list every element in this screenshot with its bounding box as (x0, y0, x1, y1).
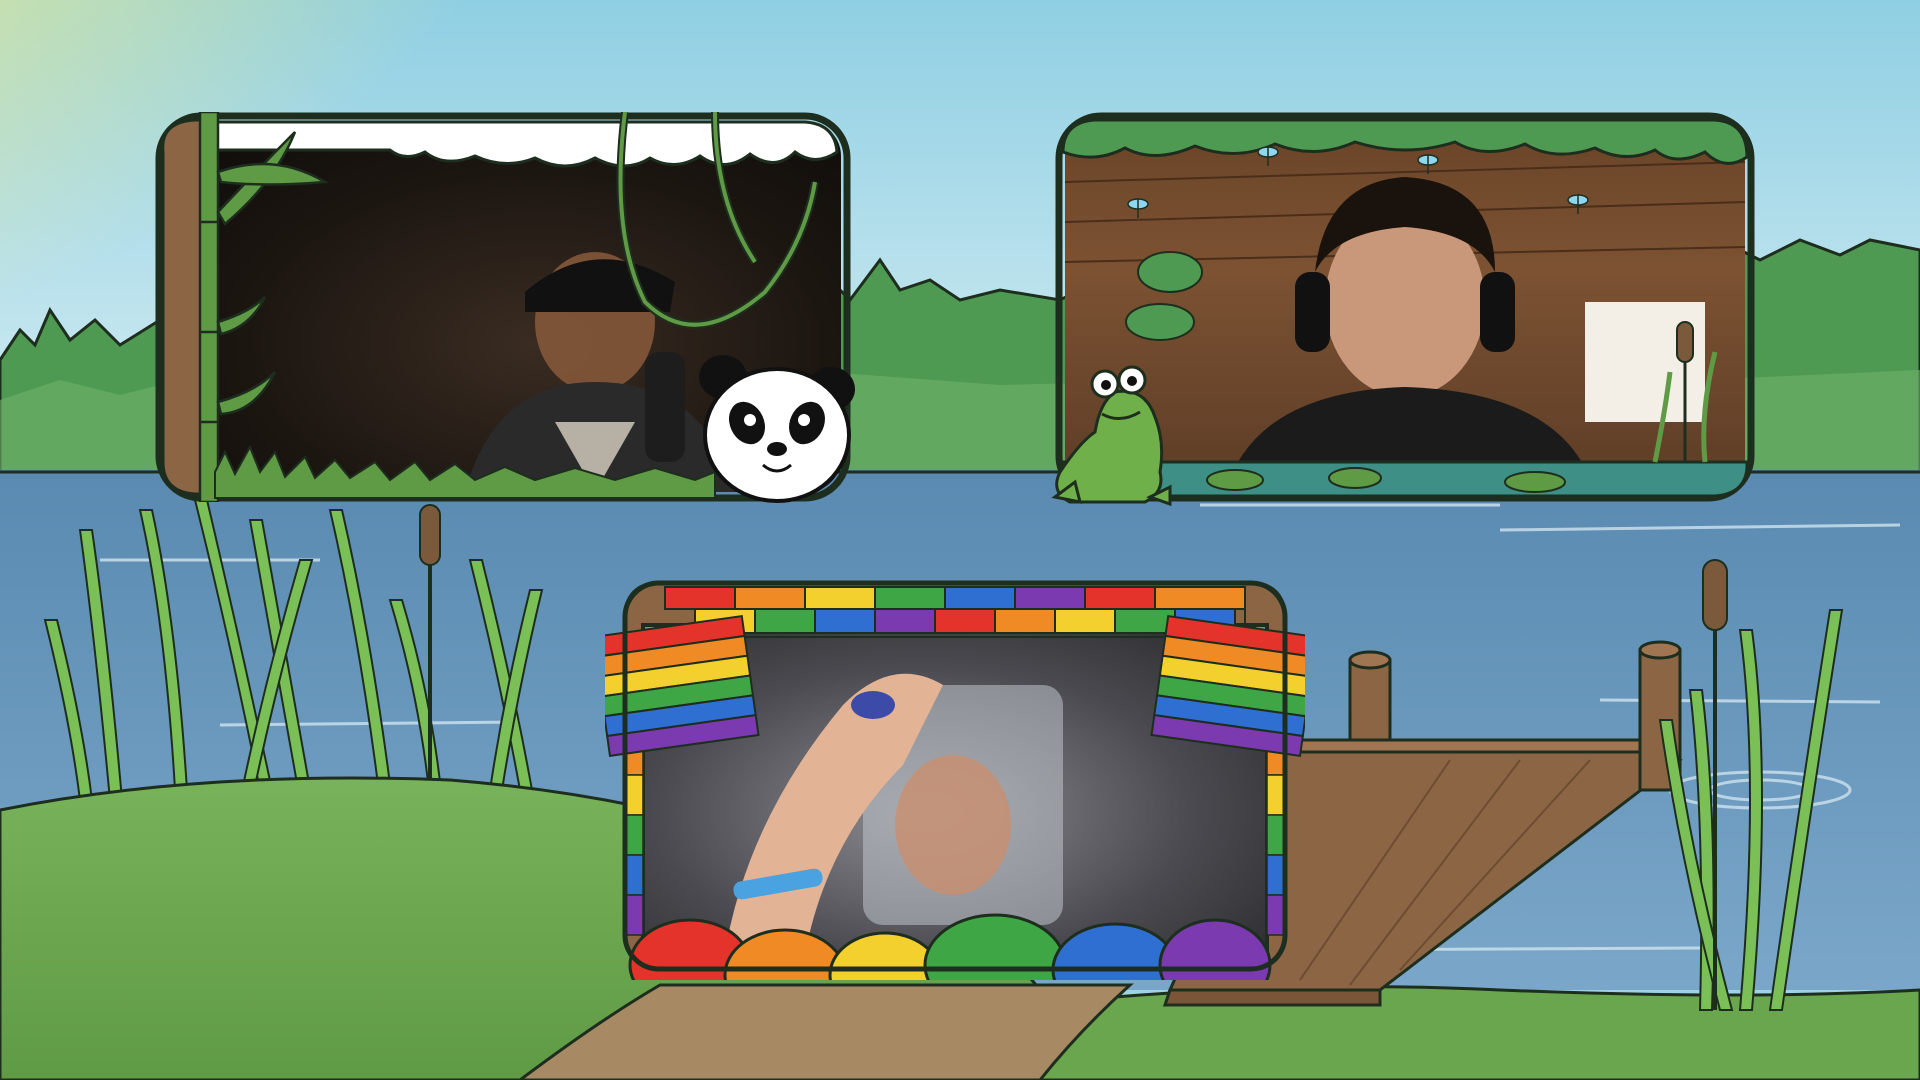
rainbow-bunting-icon (664, 586, 1246, 638)
cam-frame-jungle-panda (155, 112, 855, 503)
rainbow-overlay (605, 580, 1305, 980)
cattail-icon (1652, 321, 1718, 463)
cam-frame-rainbow (605, 565, 1305, 980)
cam-frame-pond-frog (1051, 112, 1755, 507)
frog-icon (1051, 365, 1172, 507)
dragonfly-icon (1127, 146, 1589, 218)
panda-icon (699, 355, 855, 503)
rainbow-flag-icon (1150, 615, 1305, 757)
rainbow-flag-icon (605, 615, 760, 757)
bamboo-icon (198, 112, 329, 502)
cloud-icon (193, 120, 839, 168)
